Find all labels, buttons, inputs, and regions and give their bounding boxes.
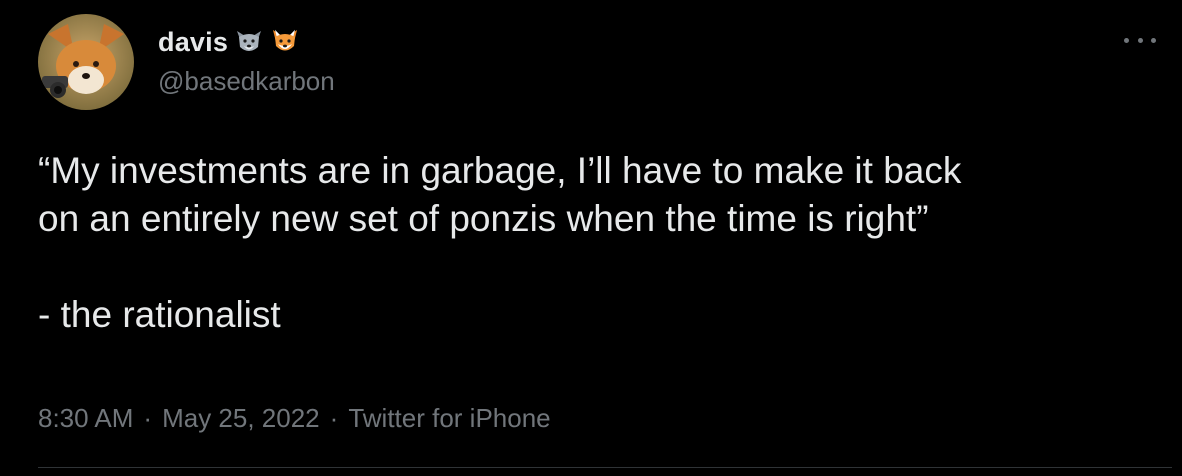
- separator: ·: [329, 403, 339, 433]
- tweet-time[interactable]: 8:30 AM: [38, 400, 133, 436]
- fox-emoji-icon: [270, 27, 300, 57]
- tweet-text: “My investments are in garbage, I’ll hav…: [38, 150, 962, 335]
- dot: [1124, 37, 1129, 43]
- user-handle[interactable]: @basedkarbon: [158, 64, 335, 98]
- display-name[interactable]: davis: [158, 27, 228, 58]
- fox-avatar-image: [38, 14, 134, 110]
- separator: ·: [143, 403, 153, 433]
- divider: [38, 467, 1172, 468]
- name-row: davis: [158, 26, 300, 58]
- tweet-date[interactable]: May 25, 2022: [162, 400, 320, 436]
- more-horizontal-icon[interactable]: [1124, 30, 1156, 50]
- avatar[interactable]: [38, 14, 134, 110]
- dot: [1137, 37, 1143, 43]
- wolf-emoji-icon: [234, 27, 264, 57]
- tweet: davis @basedkarbon “My investments are i…: [0, 0, 1182, 476]
- tweet-source[interactable]: Twitter for iPhone: [348, 400, 550, 436]
- tweet-metadata: 8:30 AM · May 25, 2022 · Twitter for iPh…: [38, 400, 551, 436]
- dot: [1151, 37, 1156, 43]
